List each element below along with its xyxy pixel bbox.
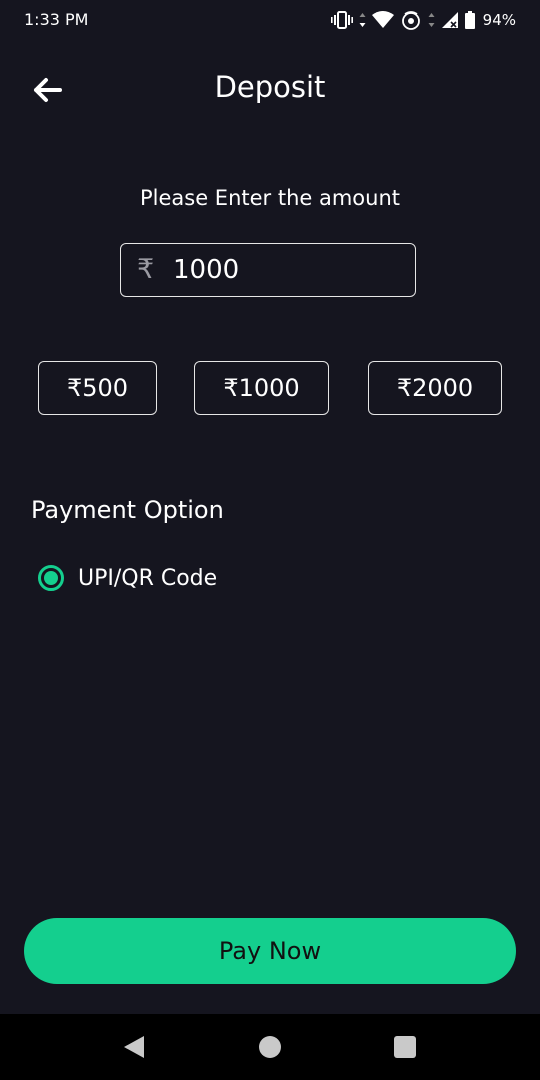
back-triangle-icon [124,1036,144,1058]
payment-option-upi[interactable]: UPI/QR Code [38,562,217,594]
amount-field[interactable]: ₹ [120,243,416,297]
rupee-icon: ₹ [137,254,155,285]
battery-icon [464,11,475,29]
data-arrows-icon [428,12,435,28]
payment-option-heading: Payment Option [31,496,224,524]
status-icons: 94% [330,8,516,32]
pay-now-button[interactable]: Pay Now [24,918,516,984]
vibrate-icon [330,11,353,29]
page-title: Deposit [214,70,326,104]
radio-dot [44,571,58,585]
nav-back-button[interactable] [122,1035,146,1059]
amount-prompt: Please Enter the amount [139,186,401,210]
status-time: 1:33 PM [24,10,89,29]
wifi-icon [371,11,394,29]
data-arrows-icon [359,12,366,28]
preset-1000-button[interactable]: ₹1000 [194,361,329,415]
home-circle-icon[interactable] [259,1036,281,1058]
recents-square-icon[interactable] [394,1036,416,1058]
system-nav-bar [0,1014,540,1080]
preset-2000-button[interactable]: ₹2000 [368,361,502,415]
status-bar: 1:33 PM 94% [0,0,540,40]
payment-option-label: UPI/QR Code [78,565,218,591]
hotspot-icon [400,10,422,30]
deposit-screen: 1:33 PM 94% Deposit Please Enter the amo… [0,0,540,1080]
radio-selected-icon[interactable] [38,565,64,591]
amount-input[interactable] [173,252,393,288]
signal-icon [441,11,459,29]
preset-500-button[interactable]: ₹500 [38,361,157,415]
battery-percent: 94% [482,11,516,29]
